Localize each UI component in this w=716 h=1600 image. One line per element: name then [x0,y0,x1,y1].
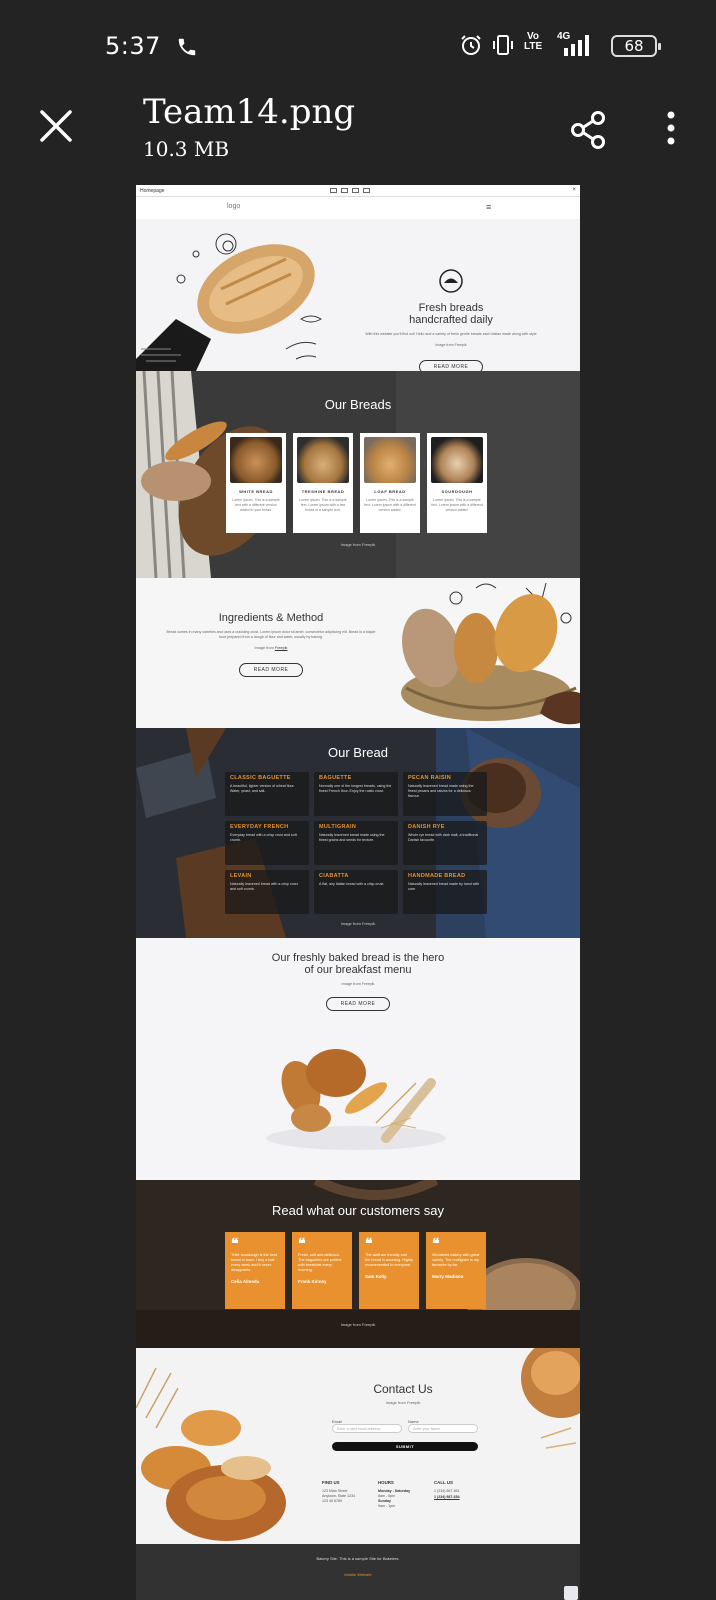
image-preview[interactable]: Homepage × logo ≡ Fresh breads handcraft… [136,185,580,1600]
file-size: 10.3 MB [143,137,230,161]
bread-item[interactable]: EVERYDAY FRENCH Everyday bread with a cri… [225,821,309,865]
our-breads-section: Our Breads WHITE BREAD Lorem ipsum. This… [136,371,580,578]
hero-title-line2: handcrafted daily [409,314,493,326]
hero-title-line1: Fresh breads [418,302,484,314]
find-us-column: FIND US 123 Main Street Anytown, State 1… [322,1480,356,1503]
bread-card[interactable]: WHITE BREAD Lorem ipsum. This is a sampl… [226,433,286,533]
ingredients-body: Bread comes in many varieties and uses a… [166,630,376,639]
browser-title: Homepage [140,188,165,194]
phone-call-icon [178,38,196,56]
ingredients-read-more-button[interactable]: READ MORE [238,663,304,677]
hours-column: HOURS Monday - Saturday 8am - 5pm Sunday… [378,1480,411,1508]
breakfast-section: Our freshly baked bread is the hero of o… [136,938,580,1180]
bread-card[interactable]: SOURDOUGH Lorem ipsum. This is a sample … [427,433,487,533]
breakfast-bread-image [266,1049,446,1150]
bread-photo [431,437,483,483]
name-field[interactable]: Enter your Name [408,1424,478,1433]
bread-card-desc: Lorem ipsum. This is a sample text. Lore… [364,498,416,512]
our-breads-title: Our Breads [324,397,392,412]
status-time: 5:37 [105,32,161,60]
bread-card[interactable]: TRESHINE BREAD Lorem ipsum. This is a sa… [293,433,353,533]
battery-indicator: 68 [611,35,661,57]
ingredients-section: Ingredients & Method Bread comes in many… [136,578,580,728]
footer-line1: Bakery Site. This is a sample Site for B… [316,1556,400,1561]
bread-card[interactable]: LOAF BREAD Lorem ipsum. This is a sample… [360,433,420,533]
hamburger-menu-icon: ≡ [486,202,492,212]
breakfast-title-line1: Our freshly baked bread is the hero [271,952,445,964]
call-us-column: CALL US 1 (234) 567-891 1 (234) 987-654 [434,1480,460,1499]
hero-section: Fresh breads handcrafted daily With this… [136,219,580,371]
our-bread-credit: Image from Freepik [340,921,376,926]
bread-card-desc: Lorem ipsum. This is a sample text with … [232,498,280,512]
our-bread-title: Our Bread [328,745,388,760]
testimonial-card: ❝ Their sourdough is the best bread in to… [225,1232,285,1309]
site-nav: logo ≡ [136,197,580,219]
hero-body: With this website you'll find out! Hello… [365,332,537,336]
bread-card-name: LOAF BREAD [374,489,406,494]
contact-credit: Image from Freepik [385,1400,421,1405]
bread-item[interactable]: HANDMADE BREAD Naturally leavened bread m… [403,870,487,914]
testimonial-card: ❝ Wonderful bakery with great variety. Th… [426,1232,486,1309]
bread-card-desc: Lorem ipsum. This is a sample text. Lore… [299,498,347,512]
hero-credit: Image from Freepik [435,343,467,347]
our-bread-grid-section: Our Bread CLASSIC BAGUETTE A beautiful, l… [136,728,580,938]
bread-photo [364,437,416,483]
alarm-icon [461,35,481,55]
share-icon[interactable] [570,110,608,150]
site-footer: Bakery Site. This is a sample Site for B… [136,1544,580,1600]
bread-card-name: TRESHINE BREAD [301,489,345,494]
ingredients-title: Ingredients & Method [218,612,324,624]
breakfast-read-more-button[interactable]: READ MORE [325,997,391,1011]
freepik-link[interactable]: Freepik [275,646,288,650]
browser-titlebar: Homepage × [136,185,580,197]
bread-photo [297,437,349,483]
contact-section: Contact Us Image from Freepik Email Ente… [136,1348,580,1544]
hero-bread-illustration [136,219,331,371]
site-logo: logo [227,203,241,210]
bread-item[interactable]: CLASSIC BAGUETTE A beautiful, lighter ver… [225,772,309,816]
bread-card-desc: Lorem ipsum. This is a sample text. Lore… [431,498,483,512]
signal-icon [564,35,589,56]
testimonials-section: Read what our customers say ❝ Their sourd… [136,1180,580,1348]
bread-item[interactable]: PECAN RAISIN Naturally leavened bread mad… [403,772,487,816]
bread-photo [230,437,282,483]
vibrate-icon [493,35,513,55]
testimonials-title: Read what our customers say [272,1203,444,1218]
volte-indicator: Vo LTE [524,31,543,52]
email-field[interactable]: Enter a valid email address [332,1424,402,1433]
breakfast-credit: Image from Freepik [341,982,375,986]
bread-item[interactable]: MULTIGRAIN Naturally leavened bread made … [314,821,398,865]
bread-item[interactable]: DANISH RYE Whole rye bread with dark malt… [403,821,487,865]
status-bar: 5:37 Vo LTE 4G 68 [0,0,716,92]
quote-icon: ❝ [432,1235,440,1251]
more-options-icon[interactable] [664,110,678,146]
testimonials-credit: Image from Freepik [340,1322,376,1327]
submit-button[interactable]: SUBMIT [332,1442,478,1451]
hero-read-more-button[interactable]: READ MORE [418,360,484,371]
our-breads-credit: Image from Freepik [340,542,376,547]
bread-card-name: WHITE BREAD [239,489,273,494]
file-name: Team14.png [143,92,356,132]
recaptcha-badge[interactable] [564,1586,578,1600]
contact-title: Contact Us [373,1382,433,1396]
bread-item[interactable]: LEVAIN Naturally leavened bread with a cr… [225,870,309,914]
footer-line2: Mobile Website [344,1572,372,1577]
bread-basket-image [376,578,580,728]
browser-close-icon: × [572,187,576,193]
device-switcher [330,188,370,193]
bread-item[interactable]: BAGUETTE Normally one of the longest brea… [314,772,398,816]
bread-item[interactable]: CIABATTA A flat, airy Italian bread with … [314,870,398,914]
quote-icon: ❝ [231,1235,239,1251]
breakfast-title-line2: of our breakfast menu [304,964,412,976]
close-icon[interactable] [38,108,74,144]
quote-icon: ❝ [298,1235,306,1251]
ingredients-credit-prefix: Image from [254,646,275,650]
testimonial-card: ❝ Fresh, soft and delicious. The baguette… [292,1232,352,1309]
bread-card-name: SOURDOUGH [441,489,473,494]
testimonial-card: ❝ The staff are friendly and the bread is… [359,1232,419,1309]
bakery-logo-icon [439,269,463,293]
quote-icon: ❝ [365,1235,373,1251]
